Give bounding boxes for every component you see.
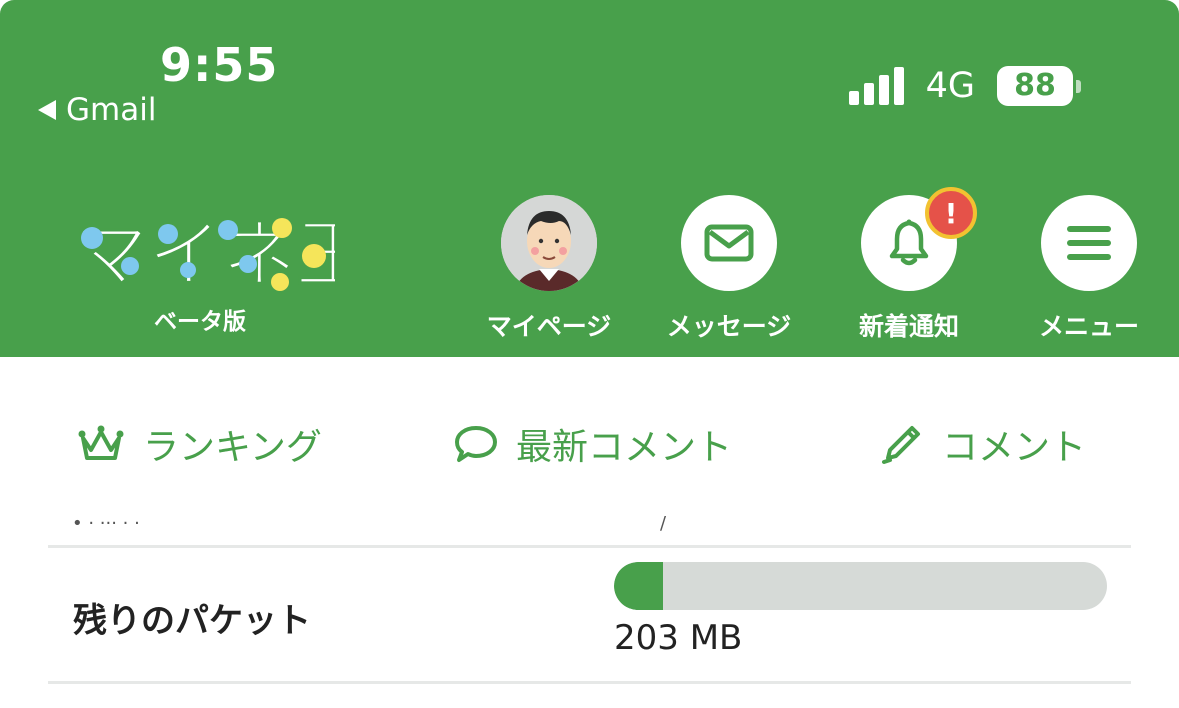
- tab-comment[interactable]: コメント: [880, 418, 1086, 470]
- packet-progress-bar: [614, 562, 1107, 610]
- status-indicators: 4G 88: [848, 66, 1081, 106]
- nav-messages-label: メッセージ: [666, 312, 792, 341]
- logo-text: マイネ王: [74, 212, 335, 298]
- avatar: [501, 195, 597, 291]
- bell-icon: [889, 219, 929, 266]
- tab-comment-label: コメント: [942, 427, 1087, 468]
- nav-mypage-button[interactable]: マイページ: [459, 195, 639, 343]
- nav-mypage-label: マイページ: [486, 312, 612, 341]
- divider: [48, 545, 1131, 548]
- speech-bubble-icon: [455, 426, 497, 462]
- remaining-packet-value: 203 MB: [614, 618, 743, 658]
- divider: [48, 681, 1131, 684]
- app-header: 9:55 Gmail 4G 88 マイネ王 ベータ版: [0, 0, 1179, 357]
- nav-menu-label: メニュー: [1038, 312, 1139, 341]
- remaining-packet-label: 残りのパケット: [73, 601, 311, 641]
- signal-icon: [848, 67, 904, 105]
- partial-row-left: • · ··· · ·: [72, 513, 140, 534]
- back-arrow-icon: [38, 100, 56, 120]
- nav-menu-button[interactable]: メニュー: [999, 195, 1179, 343]
- battery-icon: 88: [997, 66, 1081, 106]
- crown-icon: [78, 425, 124, 460]
- hamburger-icon: [1067, 226, 1111, 260]
- envelope-icon: [704, 224, 754, 262]
- back-app-label: Gmail: [66, 92, 157, 128]
- nav-notifications-label: 新着通知: [858, 312, 959, 341]
- mineo-logo[interactable]: マイネ王: [70, 208, 336, 299]
- partial-row-right: /: [660, 513, 667, 534]
- tab-ranking-label: ランキング: [143, 427, 322, 468]
- notification-badge: !: [925, 187, 977, 239]
- tab-ranking[interactable]: ランキング: [77, 418, 322, 470]
- pencil-icon: [882, 426, 920, 464]
- packet-progress-fill: [614, 562, 664, 610]
- tab-latest-comments-label: 最新コメント: [516, 427, 733, 468]
- network-type: 4G: [925, 66, 975, 106]
- tab-latest-comments[interactable]: 最新コメント: [454, 418, 732, 470]
- nav-messages-button[interactable]: メッセージ: [639, 195, 819, 343]
- avatar-icon: [501, 195, 597, 291]
- partial-row: • · ··· · · /: [48, 499, 1131, 545]
- beta-label: ベータ版: [154, 309, 246, 335]
- status-time: 9:55: [160, 38, 279, 92]
- back-to-app-link[interactable]: Gmail: [38, 92, 156, 128]
- nav-notifications-button[interactable]: ! 新着通知: [819, 187, 999, 343]
- battery-level: 88: [997, 66, 1073, 106]
